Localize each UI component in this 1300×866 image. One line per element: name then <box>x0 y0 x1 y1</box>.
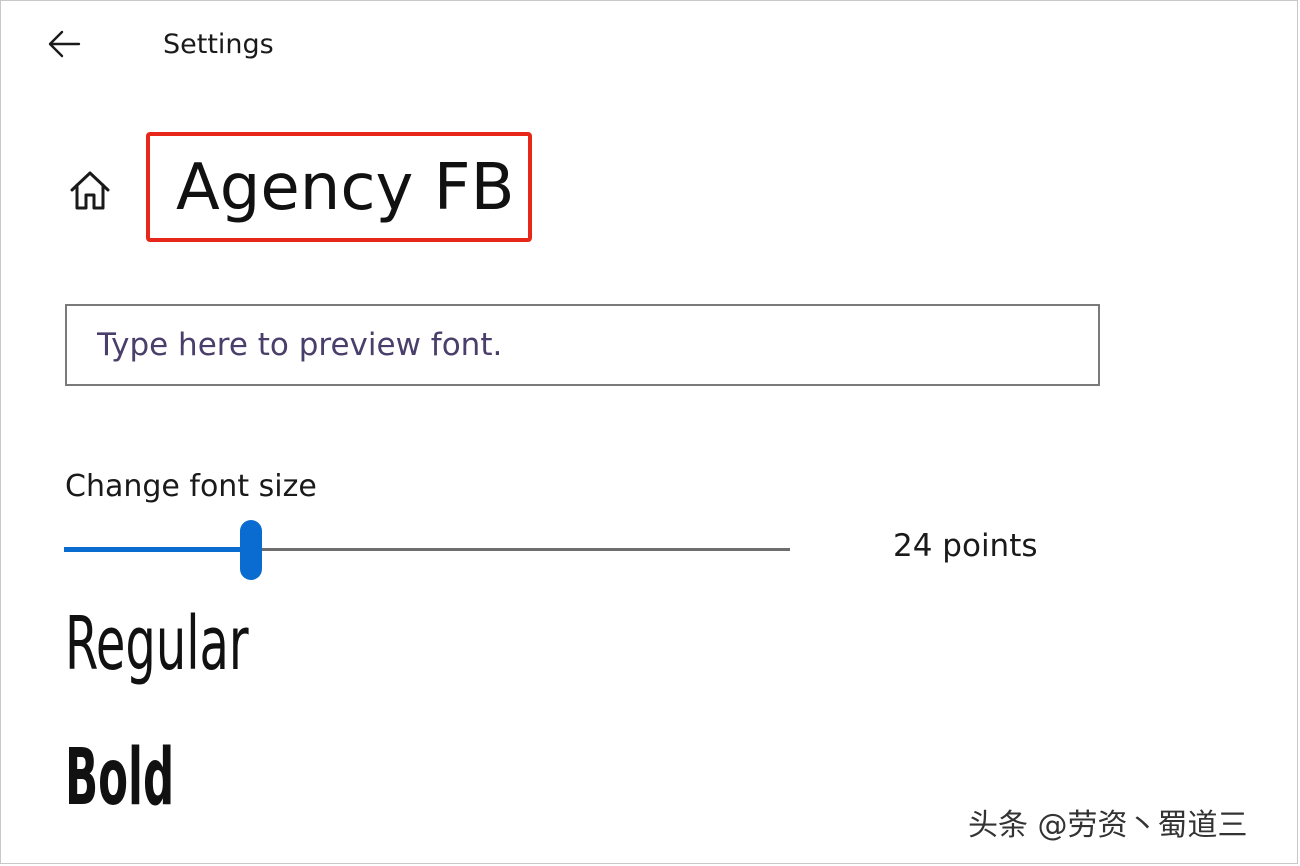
font-preview-input[interactable] <box>65 304 1100 386</box>
page-title: Agency FB <box>176 151 515 225</box>
home-icon <box>70 171 110 210</box>
home-button[interactable] <box>62 162 118 218</box>
settings-window <box>0 0 1298 864</box>
back-arrow-icon <box>48 30 81 58</box>
font-size-value: 24 points <box>893 528 1038 564</box>
style-preview-regular: Regular <box>65 601 249 687</box>
app-title: Settings <box>163 29 274 60</box>
slider-track-fill <box>64 547 251 552</box>
style-preview-bold: Bold <box>65 733 175 823</box>
font-size-label: Change font size <box>65 469 317 504</box>
watermark: 头条 @劳资丶蜀道三 <box>968 808 1248 843</box>
back-button[interactable] <box>40 22 88 66</box>
slider-thumb[interactable] <box>240 520 262 580</box>
font-size-slider[interactable] <box>64 518 790 582</box>
